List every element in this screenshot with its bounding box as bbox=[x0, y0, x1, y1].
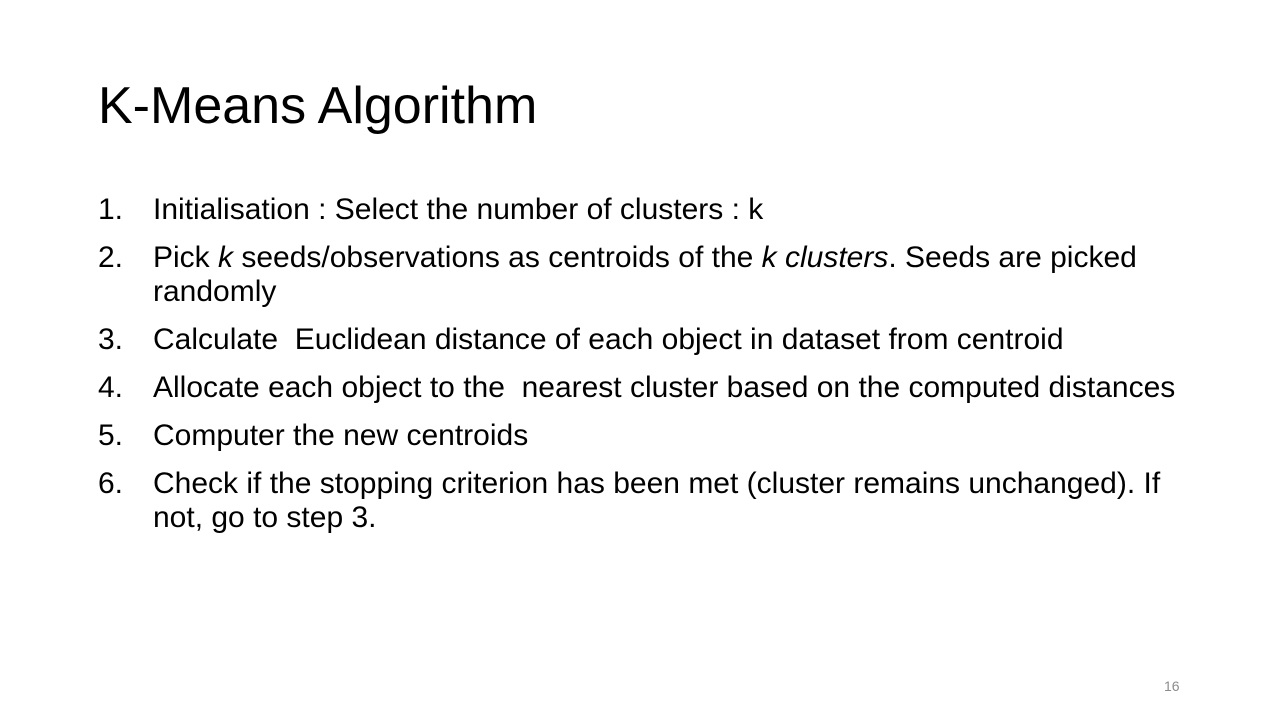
step-text-part: Calculate Euclidean distance of each obj… bbox=[153, 323, 1064, 356]
step-number: 2. bbox=[98, 241, 124, 274]
page-number: 16 bbox=[1164, 678, 1180, 694]
slide-title: K-Means Algorithm bbox=[98, 77, 538, 135]
steps-list: 1. Initialisation : Select the number of… bbox=[98, 193, 1198, 549]
step-text: Pick k seeds/observations as centroids o… bbox=[153, 241, 1198, 309]
step-text: Initialisation : Select the number of cl… bbox=[153, 193, 1198, 227]
step-number: 6. bbox=[98, 467, 124, 500]
step-number: 4. bbox=[98, 371, 124, 404]
step-text: Allocate each object to the nearest clus… bbox=[153, 371, 1198, 405]
step-number: 3. bbox=[98, 323, 124, 356]
step-item: 1. Initialisation : Select the number of… bbox=[98, 193, 1198, 227]
step-text-italic: k clusters bbox=[761, 241, 889, 274]
step-number: 5. bbox=[98, 419, 124, 452]
step-text: Calculate Euclidean distance of each obj… bbox=[153, 323, 1198, 357]
step-item: 2. Pick k seeds/observations as centroid… bbox=[98, 241, 1198, 309]
step-text-part: Initialisation : Select the number of cl… bbox=[153, 193, 764, 226]
step-item: 5. Computer the new centroids bbox=[98, 419, 1198, 453]
slide: K-Means Algorithm 1. Initialisation : Se… bbox=[0, 0, 1280, 720]
step-text: Check if the stopping criterion has been… bbox=[153, 467, 1198, 535]
step-text-part: Computer the new centroids bbox=[153, 419, 529, 452]
step-item: 4. Allocate each object to the nearest c… bbox=[98, 371, 1198, 405]
step-text-part: Check if the stopping criterion has been… bbox=[153, 467, 1161, 534]
step-item: 6. Check if the stopping criterion has b… bbox=[98, 467, 1198, 535]
step-text: Computer the new centroids bbox=[153, 419, 1198, 453]
step-text-part: Pick bbox=[153, 241, 219, 274]
step-number: 1. bbox=[98, 193, 124, 226]
step-item: 3. Calculate Euclidean distance of each … bbox=[98, 323, 1198, 357]
step-text-part: Allocate each object to the nearest clus… bbox=[153, 371, 1176, 404]
step-text-italic: k bbox=[218, 241, 234, 274]
step-text-part: seeds/observations as centroids of the bbox=[233, 241, 762, 274]
